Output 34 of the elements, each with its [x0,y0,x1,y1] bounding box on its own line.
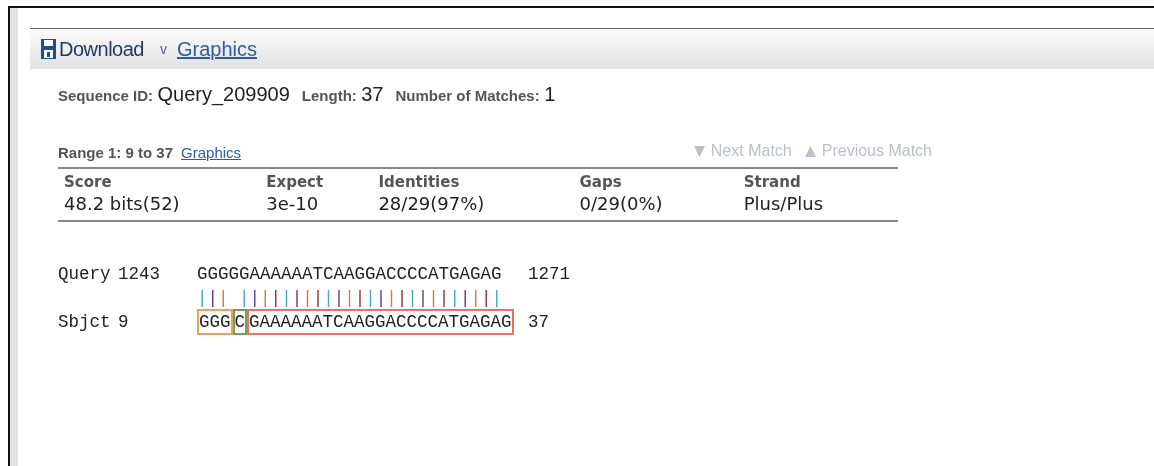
position-number: 9 [118,311,130,332]
column-header: Expect [260,167,373,191]
position-number: 37 [528,311,549,332]
column-header: Score [58,167,261,191]
column-header: Strand [737,167,898,191]
column-header: Gaps [573,167,738,191]
position-number: 1243 [118,263,161,284]
field-value: Query_209909 [157,83,290,105]
download-button[interactable]: Download [40,37,144,61]
column-header: Identities [372,167,574,191]
highlighted-sequence: GAAAAAATCAAGGACCCCATGAGAG [247,308,514,335]
position-number: 1271 [528,263,570,284]
graphics-link[interactable]: Graphics [181,143,242,161]
field-label: Length: [301,87,357,104]
highlighted-sequence: C [232,308,248,335]
query-sequence: GGGGGAAAAAATCAAGGACCCCATGAGAG [197,263,503,284]
up-triangle-icon [803,144,817,158]
row-label: Sbjct [58,311,112,332]
dropdown-caret[interactable]: v [159,41,167,57]
field-value: 1 [544,83,556,105]
table-cell: 48.2 bits(52) [58,190,261,221]
row-label: Query [58,263,112,284]
table-cell: 3e-10 [260,190,373,221]
range-title: Range 1: 9 to 37 [58,143,174,161]
field-label: Sequence ID: [58,87,154,104]
table-cell: Plus/Plus [737,190,898,221]
field-label: Number of Matches: [395,87,540,104]
table-cell: 0/29(0%) [573,190,738,221]
match-line: ||| ||||||||||||||||||||||||| [197,286,503,310]
field-value: 37 [361,83,384,105]
table-cell: 28/29(97%) [372,190,574,221]
highlighted-sequence: GGG [197,308,233,335]
graphics-link[interactable]: Graphics [176,37,257,61]
down-triangle-icon [692,144,706,158]
